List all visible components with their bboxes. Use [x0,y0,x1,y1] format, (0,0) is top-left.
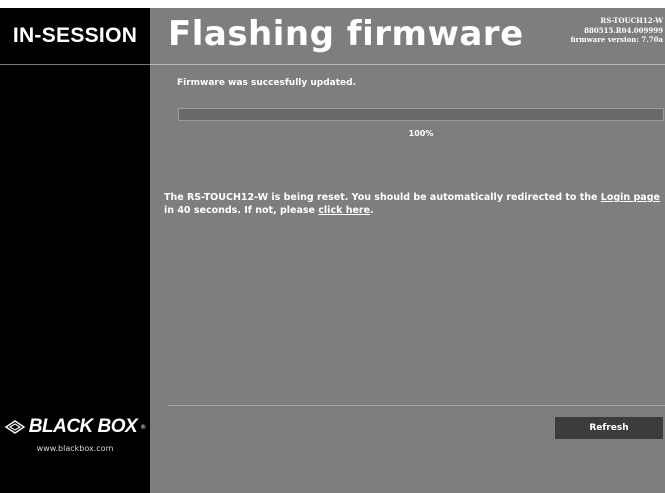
device-model: RS-TOUCH12-W [600,16,663,25]
main-panel: Flashing firmware RS-TOUCH12-W 880515.R0… [150,8,665,493]
blackbox-logo: BLACK BOX ® www.blackbox.com [0,416,150,453]
progress-label: 100% [408,129,434,138]
brand-title: IN-SESSION [12,24,138,47]
progress-bar [178,108,664,121]
device-info: RS-TOUCH12-W 880515.R04.009999 firmware … [571,16,664,45]
reset-message: The RS-TOUCH12-W is being reset. You sho… [164,191,660,217]
status-message: Firmware was succesfully updated. [177,78,357,88]
registered-mark: ® [140,423,147,431]
logo-row: BLACK BOX ® [0,416,150,438]
login-page-link[interactable]: Login page [601,192,660,203]
logo-url: www.blackbox.com [36,444,114,453]
device-serial: 880515.R04.009999 [584,25,663,35]
firmware-version: firmware version: 7.70a [570,35,664,44]
diamond-outline-icon [4,420,26,434]
logo-text: BLACK BOX [28,416,138,437]
reset-text-2: in 40 seconds. If not, please [164,205,315,216]
refresh-button[interactable]: Refresh [555,417,663,439]
reset-text-3: . [370,205,374,216]
page-title: Flashing firmware [168,14,524,54]
app-frame: IN-SESSION BLACK BOX ® www.blackbox.com F… [0,8,665,493]
footer-divider [168,405,665,406]
reset-text-1: The RS-TOUCH12-W is being reset. You sho… [164,192,598,203]
click-here-link[interactable]: click here [318,205,370,216]
title-divider [150,64,665,65]
brand-divider [0,64,150,65]
sidebar: IN-SESSION BLACK BOX ® www.blackbox.com [0,8,150,493]
progress-fill [179,109,663,120]
